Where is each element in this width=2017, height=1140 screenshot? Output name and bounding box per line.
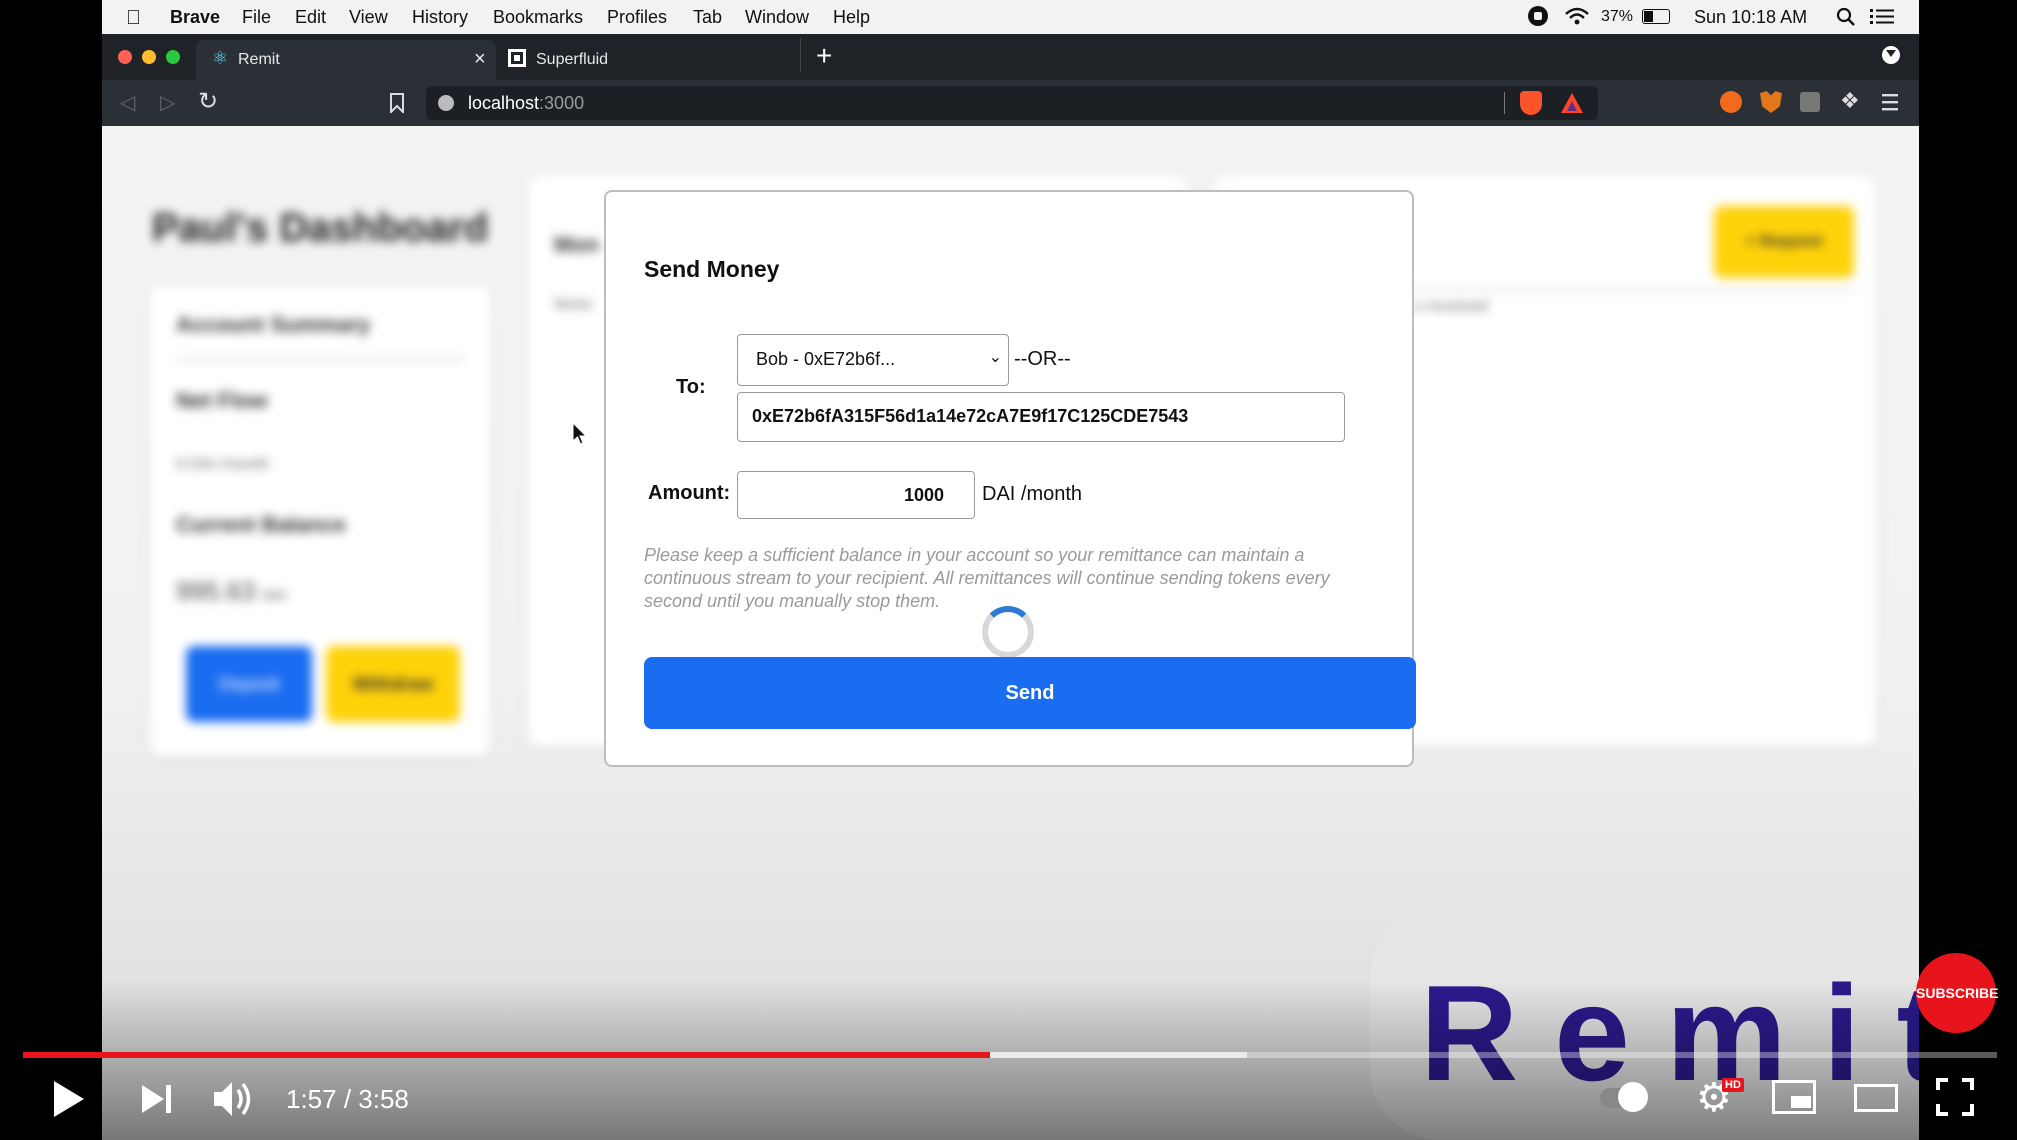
theater-mode-icon[interactable] bbox=[1854, 1084, 1898, 1112]
battery-icon[interactable] bbox=[1642, 9, 1670, 24]
tab-title: Remit bbox=[238, 51, 280, 68]
reload-icon[interactable]: ↻ bbox=[198, 87, 218, 116]
minimize-window-button[interactable] bbox=[142, 50, 156, 64]
battery-percent: 37% bbox=[1601, 8, 1634, 25]
back-icon[interactable]: ◁ bbox=[120, 90, 135, 115]
subscribe-button[interactable]: SUBSCRIBE bbox=[1916, 953, 1998, 1033]
extensions-puzzle-icon[interactable]: ❖ bbox=[1840, 88, 1860, 114]
site-info-icon[interactable] bbox=[438, 95, 454, 111]
balance-notice: Please keep a sufficient balance in your… bbox=[644, 545, 1330, 611]
browser-menu-icon[interactable] bbox=[1882, 94, 1898, 112]
requests-note: e received bbox=[1414, 298, 1488, 315]
request-button[interactable]: + Request bbox=[1714, 206, 1854, 278]
close-window-button[interactable] bbox=[118, 50, 132, 64]
tab-strip: ⚛ Remit × Superfluid + bbox=[102, 34, 1919, 80]
or-separator: --OR-- bbox=[1014, 348, 1071, 370]
send-money-modal: Send Money To: Bob - 0xE72b6f... ⌄ --OR-… bbox=[604, 190, 1416, 767]
url-port: :3000 bbox=[539, 93, 585, 113]
apple-menu-icon[interactable]:  bbox=[126, 7, 141, 30]
recipient-select-value: Bob - 0xE72b6f... bbox=[756, 349, 896, 369]
modal-title: Send Money bbox=[644, 256, 780, 282]
volume-icon[interactable] bbox=[212, 1078, 256, 1120]
to-label: To: bbox=[676, 376, 706, 398]
recipient-address-value: 0xE72b6fA315F56d1a14e72cA7E9f17C125CDE75… bbox=[752, 406, 1189, 426]
tab-superfluid[interactable]: Superfluid bbox=[502, 40, 794, 80]
withdraw-button[interactable]: Withdraw bbox=[326, 646, 460, 722]
menu-help[interactable]: Help bbox=[833, 7, 870, 28]
account-summary-heading: Account Summary bbox=[176, 312, 371, 337]
deposit-button[interactable]: Deposit bbox=[186, 646, 312, 722]
metamask-extension-icon[interactable] bbox=[1760, 91, 1782, 113]
loading-spinner-icon bbox=[982, 606, 1034, 658]
fullscreen-icon[interactable] bbox=[1936, 1078, 1974, 1116]
account-summary-card: Account Summary Net Flow 0 DAI /month Cu… bbox=[150, 286, 490, 756]
amount-unit: DAI /month bbox=[982, 483, 1083, 505]
mouse-cursor-icon bbox=[572, 422, 588, 445]
browser-toolbar: ◁ ▷ ↻ localhost:3000 ❖ bbox=[102, 80, 1919, 126]
bookmark-icon[interactable] bbox=[390, 93, 404, 113]
menu-file[interactable]: File bbox=[242, 7, 271, 28]
wifi-icon[interactable] bbox=[1564, 6, 1590, 26]
amount-input[interactable]: 1000 bbox=[737, 471, 975, 519]
recipient-select[interactable]: Bob - 0xE72b6f... ⌄ bbox=[737, 334, 1009, 386]
menu-view[interactable]: View bbox=[349, 7, 388, 28]
menu-profiles[interactable]: Profiles bbox=[607, 7, 667, 28]
dashboard-title: Paul's Dashboard bbox=[152, 206, 489, 250]
record-icon[interactable] bbox=[1528, 6, 1548, 26]
money-card-note: None bbox=[554, 296, 593, 313]
balance-value: 995.63 bbox=[176, 576, 256, 606]
menu-bar:  Brave File Edit View History Bookmarks… bbox=[102, 0, 1919, 34]
net-flow-heading: Net Flow bbox=[176, 388, 268, 413]
brave-shields-icon[interactable] bbox=[1520, 91, 1542, 115]
miniplayer-icon[interactable] bbox=[1772, 1080, 1816, 1114]
play-icon[interactable] bbox=[52, 1079, 86, 1119]
tab-remit[interactable]: ⚛ Remit × bbox=[196, 40, 496, 80]
close-tab-icon[interactable]: × bbox=[474, 48, 486, 71]
net-flow-value: 0 DAI /month bbox=[176, 456, 270, 473]
address-bar[interactable]: localhost:3000 bbox=[426, 86, 1598, 120]
duckduckgo-extension-icon[interactable] bbox=[1720, 91, 1742, 113]
time-display: 1:57 / 3:58 bbox=[286, 1084, 409, 1114]
menu-edit[interactable]: Edit bbox=[295, 7, 326, 28]
extension-icon[interactable] bbox=[1800, 92, 1820, 112]
spotlight-search-icon[interactable] bbox=[1836, 7, 1856, 27]
app-menu[interactable]: Brave bbox=[170, 7, 220, 28]
hd-badge: HD bbox=[1722, 1078, 1744, 1092]
current-balance-heading: Current Balance bbox=[176, 512, 346, 537]
zoom-window-button[interactable] bbox=[166, 50, 180, 64]
amount-value: 1000 bbox=[903, 485, 944, 505]
next-icon[interactable] bbox=[140, 1083, 174, 1115]
recipient-address-input[interactable]: 0xE72b6fA315F56d1a14e72cA7E9f17C125CDE75… bbox=[737, 392, 1345, 442]
autoplay-toggle[interactable] bbox=[1600, 1082, 1648, 1112]
new-tab-button[interactable]: + bbox=[816, 40, 832, 72]
balance-unit: DAI bbox=[262, 587, 287, 603]
money-card-heading: Mon bbox=[554, 232, 600, 257]
tab-title: Superfluid bbox=[536, 51, 609, 68]
amount-label: Amount: bbox=[648, 482, 731, 504]
forward-icon[interactable]: ▷ bbox=[160, 90, 175, 115]
brave-rewards-icon[interactable] bbox=[1560, 92, 1584, 114]
control-center-icon[interactable] bbox=[1870, 8, 1894, 26]
chevron-down-icon: ⌄ bbox=[988, 349, 1002, 366]
tab-search-icon[interactable] bbox=[1882, 46, 1900, 64]
menu-window[interactable]: Window bbox=[745, 7, 809, 28]
clock[interactable]: Sun 10:18 AM bbox=[1694, 7, 1807, 28]
progress-played bbox=[23, 1052, 991, 1058]
react-favicon-icon: ⚛ bbox=[212, 48, 229, 68]
url-host: localhost bbox=[468, 93, 540, 113]
menu-bookmarks[interactable]: Bookmarks bbox=[493, 7, 583, 28]
superfluid-favicon-icon bbox=[508, 49, 526, 67]
send-button[interactable]: Send bbox=[644, 657, 1416, 729]
menu-tab[interactable]: Tab bbox=[693, 7, 722, 28]
menu-history[interactable]: History bbox=[412, 7, 468, 28]
